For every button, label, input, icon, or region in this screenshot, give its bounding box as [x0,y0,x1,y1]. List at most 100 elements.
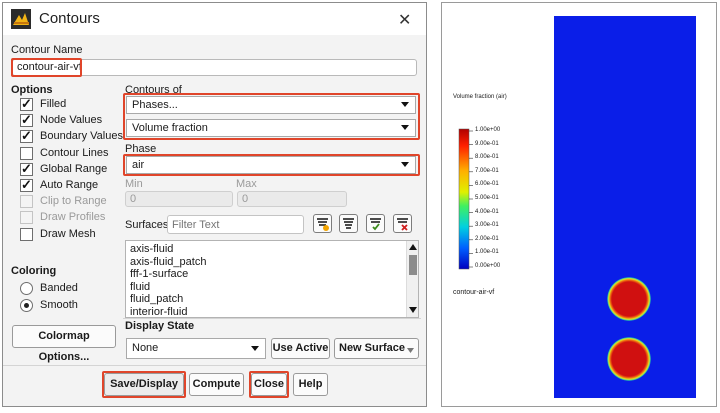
filter-lines-icon [317,218,329,231]
bubble-upper [607,277,651,321]
checkbox-contour-lines[interactable] [20,146,33,160]
surfaces-scrollbar[interactable] [406,241,418,317]
new-surface-button[interactable]: New Surface [334,338,419,359]
separator [3,365,426,366]
display-state-dropdown[interactable]: None [126,338,266,359]
checkmark-icon: ✓ [21,96,32,111]
surfaces-list[interactable]: axis-fluid axis-fluid_patch fff-1-surface f… [125,240,419,318]
scroll-thumb[interactable] [409,255,417,275]
checkbox-auto-range[interactable]: ✓ [20,177,33,192]
max-field[interactable]: 0 [237,191,347,207]
option-label: Contour Lines [40,146,109,159]
bubble-lower [607,337,651,381]
list-item[interactable]: axis-fluid [130,243,173,255]
checkmark-icon: ✓ [21,160,32,176]
highlight-contour-name [11,58,82,77]
colorbar [458,128,470,270]
surfaces-filter-input[interactable] [167,215,304,234]
option-label: Clip to Range [40,195,107,208]
list-item[interactable]: interior-fluid [130,306,187,317]
min-value: 0 [130,193,137,205]
title-bar: Contours ✕ [3,3,426,35]
coloring-option-label: Smooth [40,299,78,311]
close-icon[interactable]: ✕ [398,10,411,30]
colorbar-tick-label: 5.00e-01 [475,195,499,201]
option-label: Boundary Values [40,130,123,143]
contour-name-caption: contour-air-vf [453,289,495,296]
colorbar-tick-label: 3.00e-01 [475,222,499,229]
list-item[interactable]: axis-fluid_patch [130,256,206,268]
highlight-phase [123,154,420,176]
display-state-label: Display State [125,320,195,332]
options-label: Options [11,84,53,96]
checkmark-icon: ✓ [21,177,32,192]
coloring-label: Coloring [11,265,57,277]
option-label: Global Range [40,162,108,175]
colorbar-tick-label: 6.00e-01 [475,181,499,188]
checkbox-draw-profiles[interactable] [20,211,33,225]
help-button[interactable]: Help [293,373,328,396]
checkbox-global-range[interactable]: ✓ [20,160,33,176]
checkbox-boundary-values[interactable]: ✓ [20,128,33,144]
checkbox-clip-to-range[interactable] [20,195,33,209]
colormap-options-button[interactable]: Colormap Options... [12,325,116,363]
checkmark-list-icon [370,218,381,231]
min-field[interactable]: 0 [125,191,233,207]
new-surface-label: New Surface [339,342,406,354]
option-label: Draw Mesh [40,227,96,240]
max-value: 0 [242,193,249,205]
check-surfaces-button[interactable] [366,214,385,233]
contour-plot [458,16,696,398]
list-item[interactable]: fluid_patch [130,293,183,305]
scroll-down-icon[interactable] [409,307,417,313]
deselect-surfaces-button[interactable] [339,214,358,233]
colorbar-tick-label: 7.00e-01 [475,167,499,174]
checkbox-draw-mesh[interactable] [20,227,33,241]
colorbar-tick-label: 9.00e-01 [475,140,499,147]
colorbar-ticks [469,130,473,268]
checkmark-icon: ✓ [21,128,32,144]
chevron-down-icon [407,348,414,353]
option-label: Draw Profiles [40,211,106,224]
checkmark-icon: ✓ [21,112,32,128]
highlight-contours-of [123,93,420,140]
max-label: Max [236,178,257,190]
radio-dot [24,303,29,308]
colorbar-tick-label: 0.00e+00 [475,263,501,269]
colorbar-tick-label: 4.00e-01 [475,208,499,215]
separator [123,318,421,319]
radio-smooth[interactable] [20,299,33,312]
checkbox-filled[interactable]: ✓ [20,96,33,111]
legend-title: Volume fraction (air) [453,94,507,100]
use-active-button[interactable]: Use Active [271,338,330,359]
list-item[interactable]: fluid [130,281,150,293]
highlight-close [249,371,289,398]
colorbar-tick-label: 1.00e+00 [475,127,501,133]
checkbox-node-values[interactable]: ✓ [20,112,33,128]
display-state-value: None [132,342,159,354]
colorbar-tick-label: 8.00e-01 [475,154,499,161]
list-item[interactable]: fff-1-surface [130,268,188,280]
scroll-up-icon[interactable] [409,244,417,250]
select-all-surfaces-button[interactable] [313,214,332,233]
compute-button[interactable]: Compute [189,373,244,396]
highlight-save-display [102,371,186,398]
graphics-viewer[interactable]: Volume fraction (air) 1.00e+00 9.00e-01 8.… [441,2,717,407]
clear-surfaces-button[interactable] [393,214,412,233]
contour-name-label: Contour Name [11,44,83,56]
min-label: Min [125,178,143,190]
radio-banded[interactable] [20,282,33,295]
option-label: Filled [40,98,67,110]
list-icon [343,218,354,229]
colorbar-tick-label: 1.00e-01 [475,249,499,256]
colorbar-tick-label: 2.00e-01 [475,235,499,242]
coloring-option-label: Banded [40,282,78,294]
contours-dialog: Contours ✕ Contour Name contour-air-vf O… [2,2,427,407]
option-label: Node Values [40,114,103,127]
chevron-down-icon [251,346,259,351]
surfaces-label: Surfaces [125,219,169,231]
dialog-title: Contours [39,10,100,27]
clear-list-icon [397,218,408,231]
option-label: Auto Range [40,179,99,191]
fluent-app-icon [11,9,31,29]
